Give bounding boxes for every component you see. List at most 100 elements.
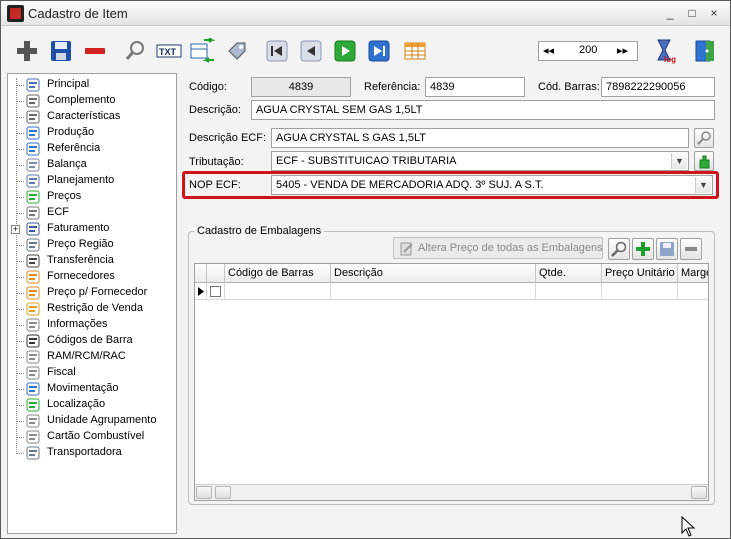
col-margem[interactable]: Marge (678, 264, 708, 283)
tree-item-principal[interactable]: Principal (8, 77, 176, 93)
transfer-button[interactable] (189, 37, 217, 65)
exit-button[interactable] (691, 37, 719, 65)
last-record-button[interactable] (365, 37, 393, 65)
row-checkbox[interactable] (210, 286, 221, 297)
codigo-field: 4839 (251, 77, 351, 97)
tree-item-label: Características (47, 110, 121, 122)
col-qtde[interactable]: Qtde. (536, 264, 602, 283)
row-pointer-icon (198, 287, 204, 296)
search-button[interactable] (121, 37, 149, 65)
referencia-field[interactable]: 4839 (425, 77, 525, 97)
tree-item-faturamento[interactable]: + Faturamento (8, 221, 176, 237)
first-record-button[interactable] (263, 37, 291, 65)
scroll-thumb[interactable] (215, 486, 231, 499)
col-preco-unitario[interactable]: Preço Unitário (602, 264, 678, 283)
nop-ecf-select[interactable]: 5405 - VENDA DE MERCADORIA ADQ. 3º SUJ. … (271, 175, 713, 195)
alter-all-prices-button[interactable]: Altera Preço de todas as Embalagens (393, 237, 603, 259)
grid-view-button[interactable] (401, 37, 429, 65)
tree-item-transportadora[interactable]: Transportadora (8, 445, 176, 461)
tree-connector (16, 453, 24, 454)
tributacao-select[interactable]: ECF - SUBSTITUICAO TRIBUTARIA ▼ (271, 151, 689, 171)
tree-item-precos[interactable]: Preços (8, 189, 176, 205)
scroll-left-button[interactable] (196, 486, 212, 499)
tree-item-localizacao[interactable]: Localização (8, 397, 176, 413)
save-button[interactable] (47, 37, 75, 65)
previous-record-button[interactable] (297, 37, 325, 65)
row-check-cell[interactable] (207, 283, 225, 300)
tag-button[interactable] (223, 37, 251, 65)
tree-item-fornecedores[interactable]: Fornecedores (8, 269, 176, 285)
descricao-field[interactable]: AGUA CRYSTAL SEM GAS 1,5LT (251, 100, 715, 120)
tree-connector (16, 373, 24, 374)
nav-record-value[interactable]: 200 (579, 44, 597, 56)
tree-item-ram-rcm-rac[interactable]: RAM/RCM/RAC (8, 349, 176, 365)
nav-last-icon[interactable]: ▸▸ (617, 44, 628, 57)
next-icon (334, 40, 356, 62)
embalagens-add-button[interactable] (632, 238, 654, 260)
cell-qtde[interactable] (536, 283, 602, 300)
tree-item-cartao-combustivel[interactable]: Cartão Combustível (8, 429, 176, 445)
record-navigator[interactable]: ◂◂ 200 ▸▸ (538, 41, 638, 61)
tree-item-label: RAM/RCM/RAC (47, 350, 126, 362)
nav-first-icon[interactable]: ◂◂ (543, 44, 554, 57)
tree-item-preco-p-fornecedor[interactable]: Preço p/ Fornecedor (8, 285, 176, 301)
tree-item-ecf[interactable]: ECF (8, 205, 176, 221)
tree-item-codigos-de-barra[interactable]: Códigos de Barra (8, 333, 176, 349)
tree-item-informacoes[interactable]: Informações (8, 317, 176, 333)
grid-header: Código de Barras Descrição Qtde. Preço U… (195, 264, 708, 283)
chevron-down-icon[interactable]: ▼ (671, 153, 687, 169)
tree-item-complemento[interactable]: Complemento (8, 93, 176, 109)
maximize-button[interactable]: □ (684, 5, 700, 21)
minimize-button[interactable]: _ (662, 5, 678, 21)
descricao-ecf-search-button[interactable] (694, 128, 714, 148)
embalagens-save-button[interactable] (656, 238, 678, 260)
last-icon (368, 40, 390, 62)
tree-item-balanca[interactable]: Balança (8, 157, 176, 173)
door-exit-icon (695, 40, 714, 62)
cod-barras-field[interactable]: 7898222290056 (601, 77, 715, 97)
expand-icon[interactable]: + (11, 225, 20, 234)
movement-icon (26, 382, 40, 396)
scroll-right-button[interactable] (691, 486, 707, 499)
tree-item-restricao-de-venda[interactable]: Restrição de Venda (8, 301, 176, 317)
embalagens-search-button[interactable] (608, 238, 630, 260)
embalagens-delete-button[interactable] (680, 238, 702, 260)
tree-item-label: Transportadora (47, 446, 122, 458)
tree-connector (16, 101, 24, 102)
embalagens-grid[interactable]: Código de Barras Descrição Qtde. Preço U… (194, 263, 709, 501)
tree-item-label: Cartão Combustível (47, 430, 145, 442)
col-codigo-barras[interactable]: Código de Barras (225, 264, 331, 283)
cell-preco-unitario[interactable] (602, 283, 678, 300)
tree-item-label: Preços (47, 190, 82, 202)
section-tree: Principal Complemento Características Produ… (7, 73, 177, 534)
tree-item-planejamento[interactable]: Planejamento (8, 173, 176, 189)
cell-descricao[interactable] (331, 283, 536, 300)
tree-item-label: Balança (47, 158, 87, 170)
add-button[interactable] (13, 37, 41, 65)
table-row[interactable] (195, 283, 708, 300)
tree-item-preco-regiao[interactable]: Preço Região (8, 237, 176, 253)
col-descricao[interactable]: Descrição (331, 264, 536, 283)
tree-item-transferencia[interactable]: Transferência (8, 253, 176, 269)
chevron-down-icon[interactable]: ▼ (695, 177, 711, 193)
tree-item-label: Transferência (47, 254, 114, 266)
delete-button[interactable] (81, 37, 109, 65)
horizontal-scrollbar[interactable] (195, 484, 708, 500)
tree-item-label: Informações (47, 318, 108, 330)
table-transfer-icon (190, 38, 216, 63)
close-button[interactable]: × (706, 5, 722, 21)
cell-margem[interactable] (678, 283, 708, 300)
cell-codigo-barras[interactable] (225, 283, 331, 300)
next-record-button[interactable] (331, 37, 359, 65)
log-button[interactable]: log (651, 37, 679, 65)
descricao-ecf-field[interactable]: AGUA CRYSTAL S GAS 1,5LT (271, 128, 689, 148)
edit-document-icon (400, 242, 413, 256)
tree-item-referencia[interactable]: Referência (8, 141, 176, 157)
tree-item-movimentacao[interactable]: Movimentação (8, 381, 176, 397)
export-txt-button[interactable]: TXT (155, 37, 183, 65)
tributacao-action-button[interactable] (694, 151, 714, 171)
tree-item-producao[interactable]: Produção (8, 125, 176, 141)
tree-item-caracteristicas[interactable]: Características (8, 109, 176, 125)
tree-item-fiscal[interactable]: Fiscal (8, 365, 176, 381)
tree-item-unidade-agrupamento[interactable]: Unidade Agrupamento (8, 413, 176, 429)
